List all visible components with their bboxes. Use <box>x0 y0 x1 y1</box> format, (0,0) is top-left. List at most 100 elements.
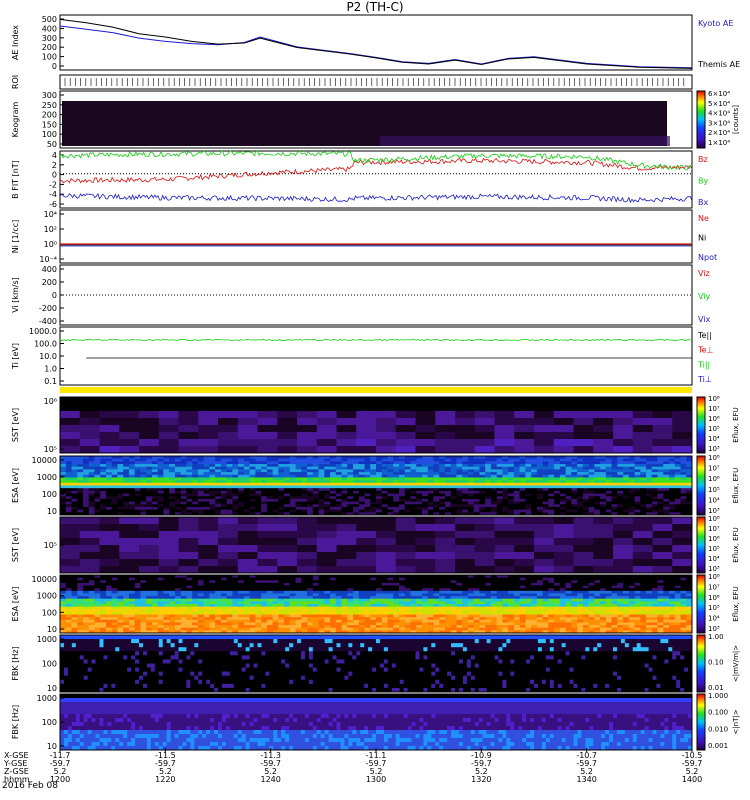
sst2-cell <box>218 538 239 546</box>
density-frame <box>59 209 693 264</box>
sst1-cell <box>257 446 278 454</box>
sst1-cell <box>218 446 239 454</box>
sst2-cell <box>237 552 258 560</box>
sst2-cell <box>218 566 239 574</box>
sst2-cell <box>277 566 298 574</box>
sst2-cell <box>376 538 397 546</box>
sst1-cell <box>395 411 416 419</box>
sst2-cell <box>395 552 416 560</box>
sst2-cell <box>593 538 614 546</box>
sst2-cell <box>652 566 673 574</box>
sst2-cell <box>277 538 298 546</box>
sst1-cell <box>593 418 614 426</box>
bfield-ytick: 0 <box>52 171 57 180</box>
sst2-cell <box>514 566 535 574</box>
sst1-cell <box>534 411 555 419</box>
sst2-cell <box>257 566 278 574</box>
sst2-cell <box>257 524 278 532</box>
sst2-cell <box>435 531 456 539</box>
sst2-cell <box>178 524 199 532</box>
sst2-cell <box>376 524 397 532</box>
sst1-cell <box>60 439 81 447</box>
sst2-cell <box>257 545 278 553</box>
temperature-ytick: 100.0 <box>34 340 57 349</box>
sst1-cell <box>455 432 476 440</box>
sst1-cell <box>119 425 140 433</box>
sst1-cell <box>178 411 199 419</box>
keogram-cbar-tick: 4×10⁴ <box>708 110 730 118</box>
sst1-cell <box>553 397 574 405</box>
sst2-cell <box>455 524 476 532</box>
sst1-cell <box>79 432 100 440</box>
sst2-cell <box>672 538 693 546</box>
sst2-cell <box>376 517 397 525</box>
sst1-cell <box>139 397 160 405</box>
bfield-legend-By: By <box>698 177 708 186</box>
sst1-cell <box>455 411 476 419</box>
sst1-cell <box>99 425 120 433</box>
keogram-ytick: 300 <box>42 91 57 100</box>
sst2-cell <box>395 531 416 539</box>
sst2-cell <box>139 531 160 539</box>
sst2-cell <box>257 538 278 546</box>
sst2-cell <box>178 538 199 546</box>
sst1-cell <box>514 446 535 454</box>
sst1-cell <box>79 418 100 426</box>
sst1-cell <box>60 432 81 440</box>
esa1-cbar-tick: 10⁸ <box>708 454 720 462</box>
sst1-cell <box>79 397 100 405</box>
sst1-cell <box>613 446 634 454</box>
sst2-cell <box>139 524 160 532</box>
sst1-cell <box>573 404 594 412</box>
sst2-cell <box>494 531 515 539</box>
sst2-cell <box>415 559 436 567</box>
sst2-cell <box>455 559 476 567</box>
keogram-colorbar <box>696 90 706 149</box>
sst2-cell <box>336 566 357 574</box>
sst2-cell <box>553 545 574 553</box>
sst1-cell <box>158 404 179 412</box>
sst2-cell <box>474 517 495 525</box>
sst1-cell <box>632 439 653 447</box>
sst1-cell <box>277 432 298 440</box>
sst2-cell <box>534 531 555 539</box>
sst2-cbar-tick: 10⁸ <box>708 515 720 523</box>
sst1-cell <box>514 397 535 405</box>
sst1-cbar-tick: 10⁵ <box>708 425 720 433</box>
sst2-cell <box>99 566 120 574</box>
sst2-cell <box>573 517 594 525</box>
temperature-frame <box>59 326 693 386</box>
sst1-cell <box>316 432 337 440</box>
sst1-ytick: 10⁶ <box>44 397 57 406</box>
sst2-cell <box>534 566 555 574</box>
sst1-cell <box>593 446 614 454</box>
sst2-cell <box>632 538 653 546</box>
sst1-cell <box>573 411 594 419</box>
sst2-cell <box>297 531 318 539</box>
sst1-cell <box>336 397 357 405</box>
sst1-cell <box>336 446 357 454</box>
sst2-cell <box>178 566 199 574</box>
sst2-cell <box>553 531 574 539</box>
sst2-cell <box>632 545 653 553</box>
sst1-cell <box>652 411 673 419</box>
sst1-cell <box>593 439 614 447</box>
keogram-ylabel: Keogram <box>11 101 20 137</box>
sst2-cell <box>474 524 495 532</box>
sst2-cell <box>395 517 416 525</box>
sst2-cell <box>573 552 594 560</box>
sst2-cell <box>395 566 416 574</box>
sst1-cell <box>178 446 199 454</box>
sst1-cell <box>139 446 160 454</box>
sst2-cell <box>178 545 199 553</box>
sst1-cell <box>455 418 476 426</box>
sst1-cell <box>494 432 515 440</box>
sst2-ytick: 10⁵ <box>44 541 57 550</box>
sst2-cell <box>356 552 377 560</box>
sst1-cell <box>336 411 357 419</box>
keogram-cbar-label: [counts] <box>732 105 740 134</box>
sst2-cell <box>613 559 634 567</box>
sst1-cell <box>119 404 140 412</box>
sst2-cell <box>573 545 594 553</box>
sst1-cell <box>455 404 476 412</box>
